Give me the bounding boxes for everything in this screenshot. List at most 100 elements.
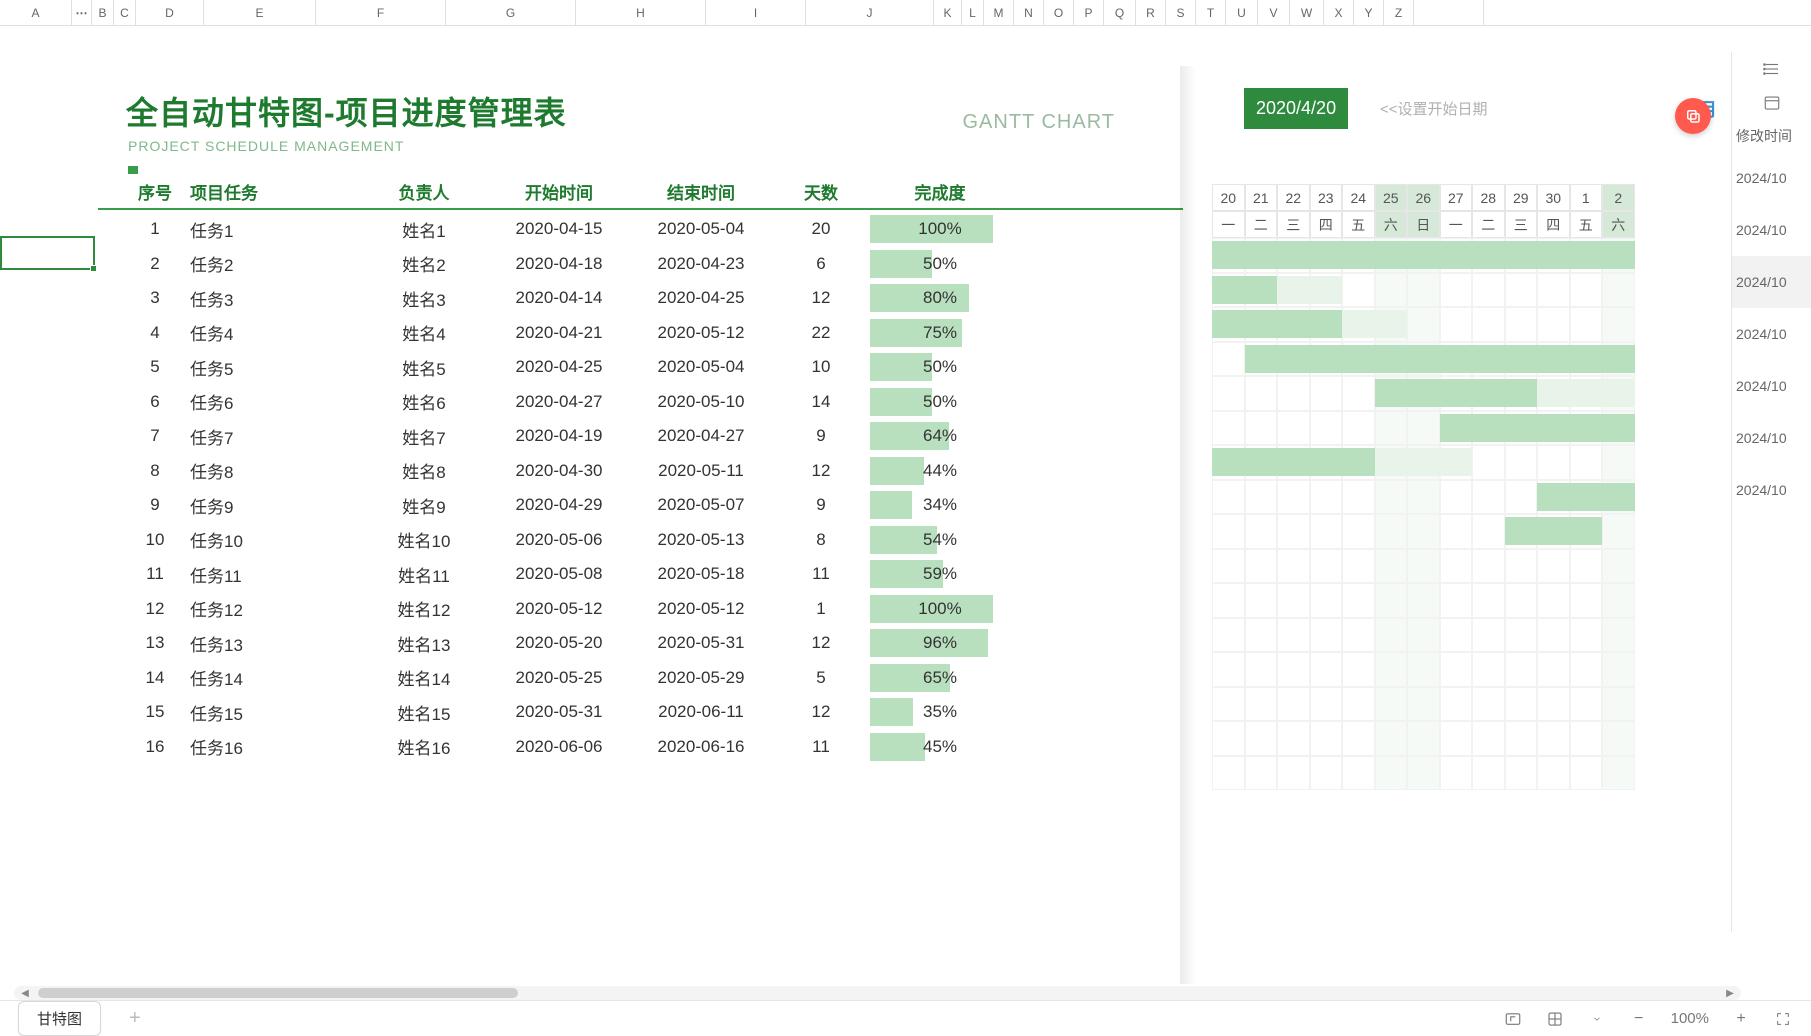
gantt-weekday: 日	[1407, 211, 1440, 238]
zoom-out-button[interactable]: −	[1629, 1009, 1649, 1029]
col-header-G[interactable]: G	[446, 0, 576, 25]
col-header-I[interactable]: I	[706, 0, 806, 25]
gantt-bar[interactable]	[1212, 241, 1635, 269]
gantt-day: 21	[1245, 184, 1278, 211]
cell-task: 任务10	[184, 527, 360, 552]
col-header-R[interactable]: R	[1136, 0, 1166, 25]
table-row[interactable]: 12任务12姓名122020-05-122020-05-121100%	[126, 592, 1183, 627]
table-row[interactable]: 9任务9姓名92020-04-292020-05-07934%	[126, 488, 1183, 523]
start-date-box[interactable]: 2020/4/20	[1244, 88, 1348, 129]
list-icon[interactable]	[1732, 52, 1811, 86]
gantt-bar-remaining	[1277, 276, 1342, 304]
side-heading: 修改时间	[1732, 120, 1811, 152]
hscroll-thumb[interactable]	[38, 988, 518, 998]
side-date-item[interactable]: 2024/10	[1732, 412, 1811, 464]
dropdown-icon[interactable]	[1587, 1009, 1607, 1029]
col-header-S[interactable]: S	[1166, 0, 1196, 25]
col-header-T[interactable]: T	[1196, 0, 1226, 25]
gantt-bar[interactable]	[1440, 414, 1635, 442]
col-header-D[interactable]: D	[136, 0, 204, 25]
zoom-in-button[interactable]: +	[1731, 1009, 1751, 1029]
view-mode-icon[interactable]	[1503, 1009, 1523, 1029]
table-row[interactable]: 2任务2姓名22020-04-182020-04-23650%	[126, 247, 1183, 282]
table-row[interactable]: 16任务16姓名162020-06-062020-06-161145%	[126, 730, 1183, 765]
side-date-item[interactable]: 2024/10	[1732, 152, 1811, 204]
cell-start: 2020-04-18	[488, 254, 630, 274]
start-date-hint: <<设置开始日期	[1380, 98, 1488, 119]
col-header-B[interactable]: B	[92, 0, 114, 25]
fullscreen-icon[interactable]	[1773, 1009, 1793, 1029]
gantt-bar[interactable]	[1505, 517, 1603, 545]
col-header-J[interactable]: J	[806, 0, 934, 25]
col-header-W[interactable]: W	[1290, 0, 1324, 25]
cell-end: 2020-05-18	[630, 564, 772, 584]
col-header-dots[interactable]	[1414, 0, 1484, 25]
table-body: 1任务1姓名12020-04-152020-05-0420100%2任务2姓名2…	[98, 212, 1183, 764]
gantt-bar[interactable]	[1245, 345, 1635, 373]
sheet-tab[interactable]: 甘特图	[18, 1001, 101, 1036]
col-header-Y[interactable]: Y	[1354, 0, 1384, 25]
cell-pct: 65%	[870, 664, 1010, 692]
col-header-U[interactable]: U	[1226, 0, 1258, 25]
scroll-left-arrow[interactable]: ◀	[18, 986, 32, 1000]
cell-days: 11	[772, 564, 870, 584]
horizontal-scrollbar[interactable]: ◀ ▶	[14, 986, 1741, 1000]
col-seq: 序号	[126, 179, 184, 204]
table-row[interactable]: 7任务7姓名72020-04-192020-04-27964%	[126, 419, 1183, 454]
col-header-O[interactable]: O	[1044, 0, 1074, 25]
col-header-M[interactable]: M	[984, 0, 1014, 25]
gantt-row	[1212, 549, 1725, 584]
column-ruler[interactable]: A⋯BCDEFGHIJKLMNOPQRSTUVWXYZ	[0, 0, 1811, 26]
table-row[interactable]: 8任务8姓名82020-04-302020-05-111244%	[126, 454, 1183, 489]
gantt-bar[interactable]	[1537, 483, 1635, 511]
table-row[interactable]: 6任务6姓名62020-04-272020-05-101450%	[126, 385, 1183, 420]
cell-pct: 64%	[870, 422, 1010, 450]
table-row[interactable]: 4任务4姓名42020-04-212020-05-122275%	[126, 316, 1183, 351]
col-header-C[interactable]: C	[114, 0, 136, 25]
col-header-P[interactable]: P	[1074, 0, 1104, 25]
gantt-day: 1	[1570, 184, 1603, 211]
cell-seq: 4	[126, 323, 184, 343]
col-header-Z[interactable]: Z	[1384, 0, 1414, 25]
table-row[interactable]: 15任务15姓名152020-05-312020-06-111235%	[126, 695, 1183, 730]
cell-days: 10	[772, 357, 870, 377]
selected-cell[interactable]	[0, 236, 95, 270]
table-row[interactable]: 5任务5姓名52020-04-252020-05-041050%	[126, 350, 1183, 385]
cell-seq: 5	[126, 357, 184, 377]
panel-icon[interactable]	[1732, 86, 1811, 120]
fill-handle[interactable]	[90, 265, 97, 272]
side-date-item[interactable]: 2024/10	[1732, 308, 1811, 360]
gantt-weekday: 二	[1245, 211, 1278, 238]
col-header-E[interactable]: E	[204, 0, 316, 25]
table-row[interactable]: 10任务10姓名102020-05-062020-05-13854%	[126, 523, 1183, 558]
scroll-right-arrow[interactable]: ▶	[1723, 986, 1737, 1000]
col-header-V[interactable]: V	[1258, 0, 1290, 25]
gantt-day: 27	[1440, 184, 1473, 211]
side-date-item[interactable]: 2024/10	[1732, 464, 1811, 516]
col-header-dots[interactable]: ⋯	[72, 0, 92, 25]
col-header-N[interactable]: N	[1014, 0, 1044, 25]
table-row[interactable]: 13任务13姓名132020-05-202020-05-311296%	[126, 626, 1183, 661]
add-sheet-button[interactable]: +	[119, 1007, 151, 1030]
col-header-K[interactable]: K	[934, 0, 962, 25]
cell-end: 2020-04-27	[630, 426, 772, 446]
side-panel: 修改时间 2024/102024/102024/102024/102024/10…	[1731, 52, 1811, 932]
col-header-H[interactable]: H	[576, 0, 706, 25]
side-date-item[interactable]: 2024/10	[1732, 256, 1811, 308]
col-header-F[interactable]: F	[316, 0, 446, 25]
table-row[interactable]: 11任务11姓名112020-05-082020-05-181159%	[126, 557, 1183, 592]
side-date-item[interactable]: 2024/10	[1732, 360, 1811, 412]
zoom-level[interactable]: 100%	[1671, 1010, 1709, 1027]
table-row[interactable]: 3任务3姓名32020-04-142020-04-251280%	[126, 281, 1183, 316]
col-header-Q[interactable]: Q	[1104, 0, 1136, 25]
reading-mode-icon[interactable]	[1545, 1009, 1565, 1029]
side-date-item[interactable]: 2024/10	[1732, 204, 1811, 256]
col-header-X[interactable]: X	[1324, 0, 1354, 25]
cell-start: 2020-04-15	[488, 219, 630, 239]
worksheet-area[interactable]: 全自动甘特图-项目进度管理表 GANTT CHART PROJECT SCHED…	[0, 26, 1811, 984]
floating-action-button[interactable]	[1675, 98, 1711, 134]
col-header-L[interactable]: L	[962, 0, 984, 25]
table-row[interactable]: 1任务1姓名12020-04-152020-05-0420100%	[126, 212, 1183, 247]
table-row[interactable]: 14任务14姓名142020-05-252020-05-29565%	[126, 661, 1183, 696]
col-header-A[interactable]: A	[0, 0, 72, 25]
